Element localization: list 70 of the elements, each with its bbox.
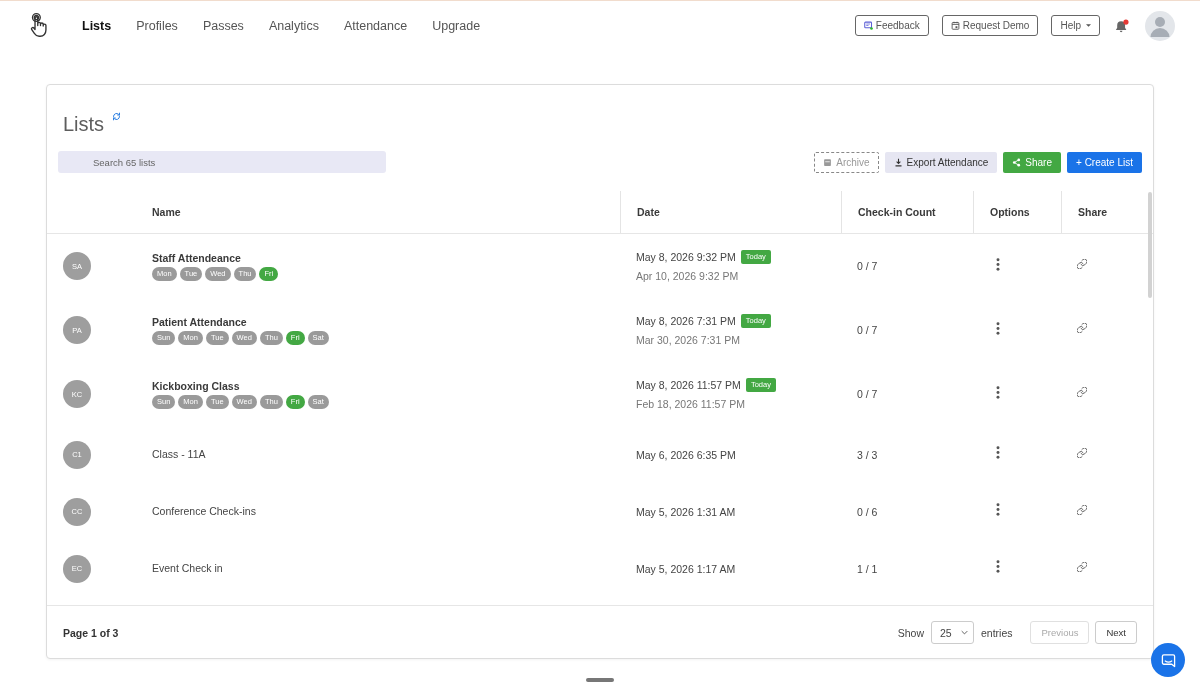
- list-name[interactable]: Event Check in: [152, 562, 223, 575]
- link-icon[interactable]: [1077, 387, 1087, 397]
- show-label: Show: [897, 626, 924, 639]
- checkin-count: 0 / 7: [857, 324, 878, 336]
- export-attendance-button[interactable]: Export Attendance: [884, 151, 998, 173]
- date-text: May 8, 2026 11:57 PM: [636, 379, 741, 391]
- checkin-count: 0 / 7: [857, 388, 878, 400]
- list-name[interactable]: Staff Attendeance: [152, 251, 241, 265]
- page-size-select[interactable]: 25: [930, 621, 974, 644]
- scrollbar-thumb[interactable]: [1148, 192, 1152, 298]
- checkin-count: 3 / 3: [857, 448, 878, 461]
- page-info: Page 1 of 3: [63, 626, 119, 639]
- nav-link[interactable]: Passes: [202, 18, 244, 33]
- nav-link[interactable]: Attendance: [343, 18, 408, 33]
- chat-bubble-icon: [1160, 652, 1176, 668]
- share-icon: [1012, 157, 1022, 167]
- archive-box-icon: [823, 157, 833, 167]
- date-text: May 6, 2026 6:35 PM: [636, 448, 736, 461]
- list-name[interactable]: Conference Check-ins: [152, 505, 256, 518]
- page-title: Lists: [63, 113, 105, 135]
- checkin-count: 1 / 1: [857, 562, 878, 575]
- more-options-icon[interactable]: [996, 446, 1000, 459]
- date-text: Feb 18, 2026 11:57 PM: [636, 398, 745, 410]
- more-options-icon[interactable]: [996, 321, 1000, 335]
- link-icon[interactable]: [1077, 323, 1087, 333]
- column-header: Options: [990, 206, 1030, 218]
- refresh-icon[interactable]: [112, 112, 122, 121]
- more-options-icon[interactable]: [996, 560, 1000, 573]
- hand-pointer-icon[interactable]: [30, 13, 48, 38]
- chat-button[interactable]: [1151, 643, 1185, 677]
- column-header: Date: [637, 206, 660, 218]
- calendar-icon: [950, 21, 960, 30]
- bell-icon[interactable]: [1115, 18, 1129, 33]
- date-text: Mar 30, 2026 7:31 PM: [636, 334, 740, 346]
- request-demo-button[interactable]: Request Demo: [941, 15, 1039, 36]
- chevron-down-icon: [960, 630, 968, 635]
- drag-handle[interactable]: [586, 678, 614, 682]
- link-icon[interactable]: [1077, 447, 1087, 458]
- date-text: May 8, 2026 7:31 PM: [636, 315, 736, 327]
- date-text: May 5, 2026 1:17 AM: [636, 562, 736, 575]
- nav-link[interactable]: Upgrade: [432, 18, 481, 33]
- feedback-button[interactable]: Feedback: [854, 15, 929, 36]
- caret-icon: [1086, 24, 1091, 27]
- list-name[interactable]: Class - 11A: [152, 448, 206, 461]
- date-text: May 8, 2026 9:32 PM: [636, 251, 736, 263]
- link-icon[interactable]: [1077, 561, 1087, 572]
- next-button[interactable]: Next: [1095, 621, 1137, 644]
- date-text: May 5, 2026 1:31 AM: [636, 505, 736, 518]
- column-header: Check-in Count: [858, 206, 936, 218]
- checkin-count: 0 / 7: [857, 260, 878, 272]
- entries-label: entries: [980, 626, 1013, 639]
- link-icon[interactable]: [1077, 504, 1087, 515]
- date-text: Apr 10, 2026 9:32 PM: [636, 270, 739, 282]
- nav-link[interactable]: Analytics: [268, 18, 319, 33]
- more-options-icon[interactable]: [996, 385, 1000, 399]
- list-name[interactable]: Kickboxing Class: [152, 379, 240, 393]
- download-icon: [893, 157, 903, 167]
- checkin-count: 0 / 6: [857, 505, 878, 518]
- help-button[interactable]: Help: [1051, 15, 1100, 36]
- more-options-icon[interactable]: [996, 503, 1000, 516]
- column-header: Share: [1078, 206, 1108, 218]
- link-icon[interactable]: [1077, 259, 1087, 269]
- create-list-button[interactable]: + Create List: [1067, 151, 1142, 173]
- column-header: Name: [152, 206, 181, 218]
- feedback-icon: [863, 21, 873, 30]
- more-options-icon[interactable]: [996, 257, 1000, 271]
- nav-link[interactable]: Profiles: [136, 18, 178, 33]
- nav-link[interactable]: Lists: [82, 18, 112, 33]
- list-name[interactable]: Patient Attendance: [152, 315, 247, 329]
- search-field[interactable]: Search 65 lists: [58, 151, 386, 173]
